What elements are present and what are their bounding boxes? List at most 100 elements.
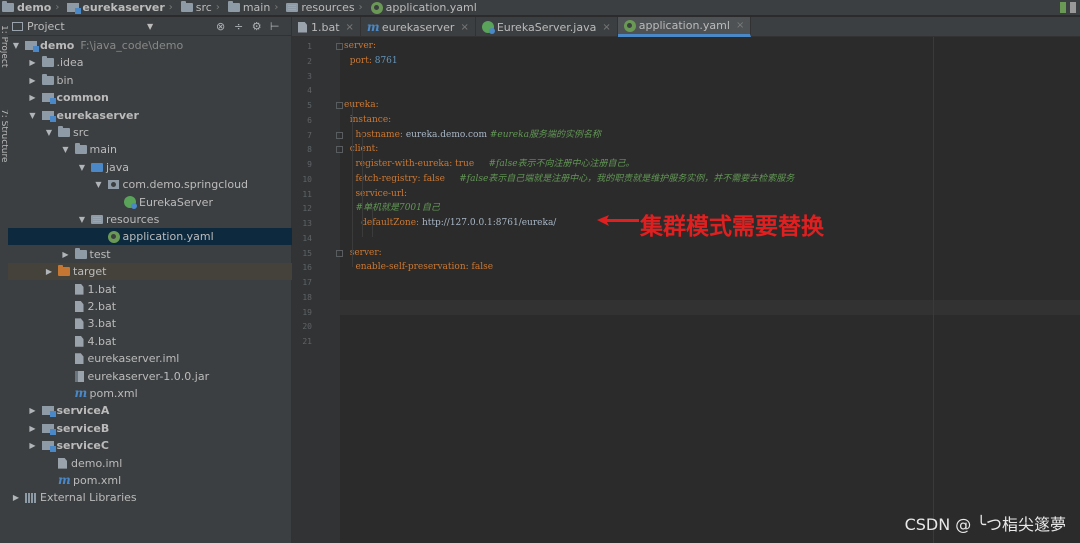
hide-panel-icon[interactable]: ⊢ (269, 21, 280, 32)
expand-arrow-down-icon[interactable]: ▼ (28, 111, 38, 120)
tree-item[interactable]: 3.bat (8, 315, 292, 332)
settings-gear-icon[interactable]: ⚙ (251, 21, 262, 32)
expand-arrow-right-icon[interactable]: ▶ (11, 493, 21, 502)
tree-item[interactable]: ▶ External Libraries (8, 489, 292, 506)
tree-item[interactable]: ▶ test (8, 246, 292, 263)
project-view-selector[interactable]: Project (27, 20, 147, 33)
more-options-icon[interactable] (1070, 2, 1076, 13)
tree-item[interactable]: EurekaServer (8, 194, 292, 211)
code-editor[interactable]: 1 server: 2 port: 8761 3 4 5 eureka: 6 instance… (292, 37, 1080, 543)
code-line[interactable]: register-with-eureka: true #false表示不向注册中… (344, 157, 634, 171)
tree-item[interactable]: ▼ demo F:\java_code\demo (8, 37, 292, 54)
close-tab-icon[interactable]: × (346, 22, 354, 33)
tree-item[interactable]: ▼ eurekaserver (8, 107, 292, 124)
editor-tab[interactable]: EurekaServer.java × (476, 17, 618, 37)
expand-arrow-down-icon[interactable]: ▼ (11, 41, 21, 50)
close-tab-icon[interactable]: × (736, 20, 744, 31)
code-line[interactable]: server: (344, 246, 382, 260)
folder-icon (74, 143, 87, 155)
collapse-all-icon[interactable]: ÷ (233, 21, 244, 32)
expand-arrow-down-icon[interactable]: ▼ (61, 145, 71, 154)
tree-item[interactable]: ▶ serviceB (8, 420, 292, 437)
tree-item[interactable]: ▼ com.demo.springcloud (8, 176, 292, 193)
tree-item[interactable]: ▼ resources (8, 211, 292, 228)
tree-item[interactable]: ▶ common (8, 89, 292, 106)
fold-marker-icon[interactable] (336, 102, 343, 109)
tree-item[interactable]: ▼ src (8, 124, 292, 141)
expand-arrow-right-icon[interactable]: ▶ (28, 424, 38, 433)
code-line[interactable]: service-url: (344, 187, 407, 201)
editor-tab[interactable]: application.yaml × (617, 17, 752, 37)
code-line[interactable]: port: 8761 (344, 54, 398, 68)
breadcrumb-item[interactable]: main › (227, 1, 282, 14)
editor-tab[interactable]: m eurekaserver × (361, 17, 476, 37)
line-number: 20 (302, 322, 312, 332)
tree-item[interactable]: eurekaserver.iml (8, 350, 292, 367)
breadcrumb-item[interactable]: eurekaserver › (67, 1, 176, 14)
tree-item[interactable]: 4.bat (8, 333, 292, 350)
tree-item-label: External Libraries (40, 491, 137, 505)
libraries-icon (25, 492, 37, 503)
tree-item[interactable]: ▶ serviceC (8, 437, 292, 454)
expand-arrow-right-icon[interactable]: ▶ (28, 76, 38, 85)
expand-arrow-right-icon[interactable]: ▶ (28, 406, 38, 415)
expand-arrow-right-icon[interactable]: ▶ (28, 441, 38, 450)
tree-item[interactable]: m pom.xml (8, 385, 292, 402)
locate-file-icon[interactable]: ⊗ (215, 21, 226, 32)
close-tab-icon[interactable]: × (602, 22, 610, 33)
tree-item[interactable]: demo.iml (8, 455, 292, 472)
tree-item[interactable]: ▶ target (8, 263, 292, 281)
tree-item[interactable]: 2.bat (8, 298, 292, 315)
code-line[interactable]: fetch-registry: false #false表示自己端就是注册中心，… (344, 172, 794, 186)
tree-item[interactable]: application.yaml (8, 228, 292, 246)
tree-item[interactable]: 1.bat (8, 281, 292, 298)
expand-arrow-down-icon[interactable]: ▼ (44, 128, 54, 137)
code-line[interactable]: enable-self-preservation: false (344, 260, 493, 274)
fold-marker-icon[interactable] (336, 43, 343, 50)
folder-icon (41, 56, 54, 68)
line-number: 10 (302, 174, 312, 184)
breadcrumb-label: eurekaserver (82, 1, 165, 14)
expand-arrow-right-icon[interactable]: ▶ (44, 267, 54, 276)
line-number: 21 (302, 337, 312, 346)
expand-arrow-down-icon[interactable]: ▼ (94, 180, 104, 189)
tree-item-label: application.yaml (122, 230, 214, 244)
tree-item[interactable]: ▼ java (8, 159, 292, 176)
expand-arrow-down-icon[interactable]: ▼ (77, 163, 87, 172)
code-line[interactable]: hostname: eureka.demo.com #eureka服务端的实例名… (344, 128, 601, 142)
breadcrumb-item[interactable]: resources › (286, 1, 366, 14)
code-token: fetch-registry: (344, 173, 424, 184)
tree-item[interactable]: m pom.xml (8, 472, 292, 489)
vcs-status-icon[interactable] (1060, 2, 1066, 13)
breadcrumb-item[interactable]: src › (180, 1, 224, 14)
code-comment: #单机就是7001自己 (344, 203, 440, 214)
module-folder-icon (41, 406, 56, 418)
expand-arrow-down-icon[interactable]: ▼ (77, 215, 87, 224)
editor-tab[interactable]: 1.bat × (292, 17, 361, 37)
expand-arrow-right-icon[interactable]: ▶ (61, 250, 71, 259)
code-line[interactable]: #单机就是7001自己 (344, 201, 440, 215)
tree-item[interactable]: ▶ bin (8, 72, 292, 89)
tree-item[interactable]: ▶ .idea (8, 54, 292, 71)
chevron-down-icon[interactable]: ▼ (147, 22, 153, 31)
folder-icon (74, 247, 87, 259)
fold-marker-icon[interactable] (336, 249, 343, 257)
tree-item[interactable]: eurekaserver-1.0.0.jar (8, 368, 292, 385)
fold-marker-icon[interactable] (336, 146, 343, 154)
project-panel-header: Project ▼ ⊗ ÷ ⚙ ⊢ (8, 17, 291, 36)
code-line[interactable]: eureka: (344, 98, 379, 112)
breadcrumb-item[interactable]: demo › (2, 1, 63, 14)
tree-item[interactable]: ▶ serviceA (8, 402, 292, 419)
tree-item[interactable]: ▼ main (8, 141, 292, 158)
fold-marker-icon[interactable] (336, 131, 343, 139)
close-tab-icon[interactable]: × (460, 22, 468, 33)
folder-icon (58, 126, 70, 137)
expand-arrow-right-icon[interactable]: ▶ (28, 58, 38, 67)
editor-tab-label: EurekaServer.java (496, 20, 597, 34)
line-number: 6 (307, 115, 312, 125)
navigation-breadcrumb: demo › eurekaserver › src › main › resources › app… (0, 0, 1080, 16)
breadcrumb-item[interactable]: application.yaml (370, 1, 477, 14)
code-line[interactable]: defaultZone: http://127.0.0.1:8761/eurek… (344, 216, 556, 230)
code-line[interactable]: server: (344, 39, 376, 53)
expand-arrow-right-icon[interactable]: ▶ (28, 93, 38, 102)
